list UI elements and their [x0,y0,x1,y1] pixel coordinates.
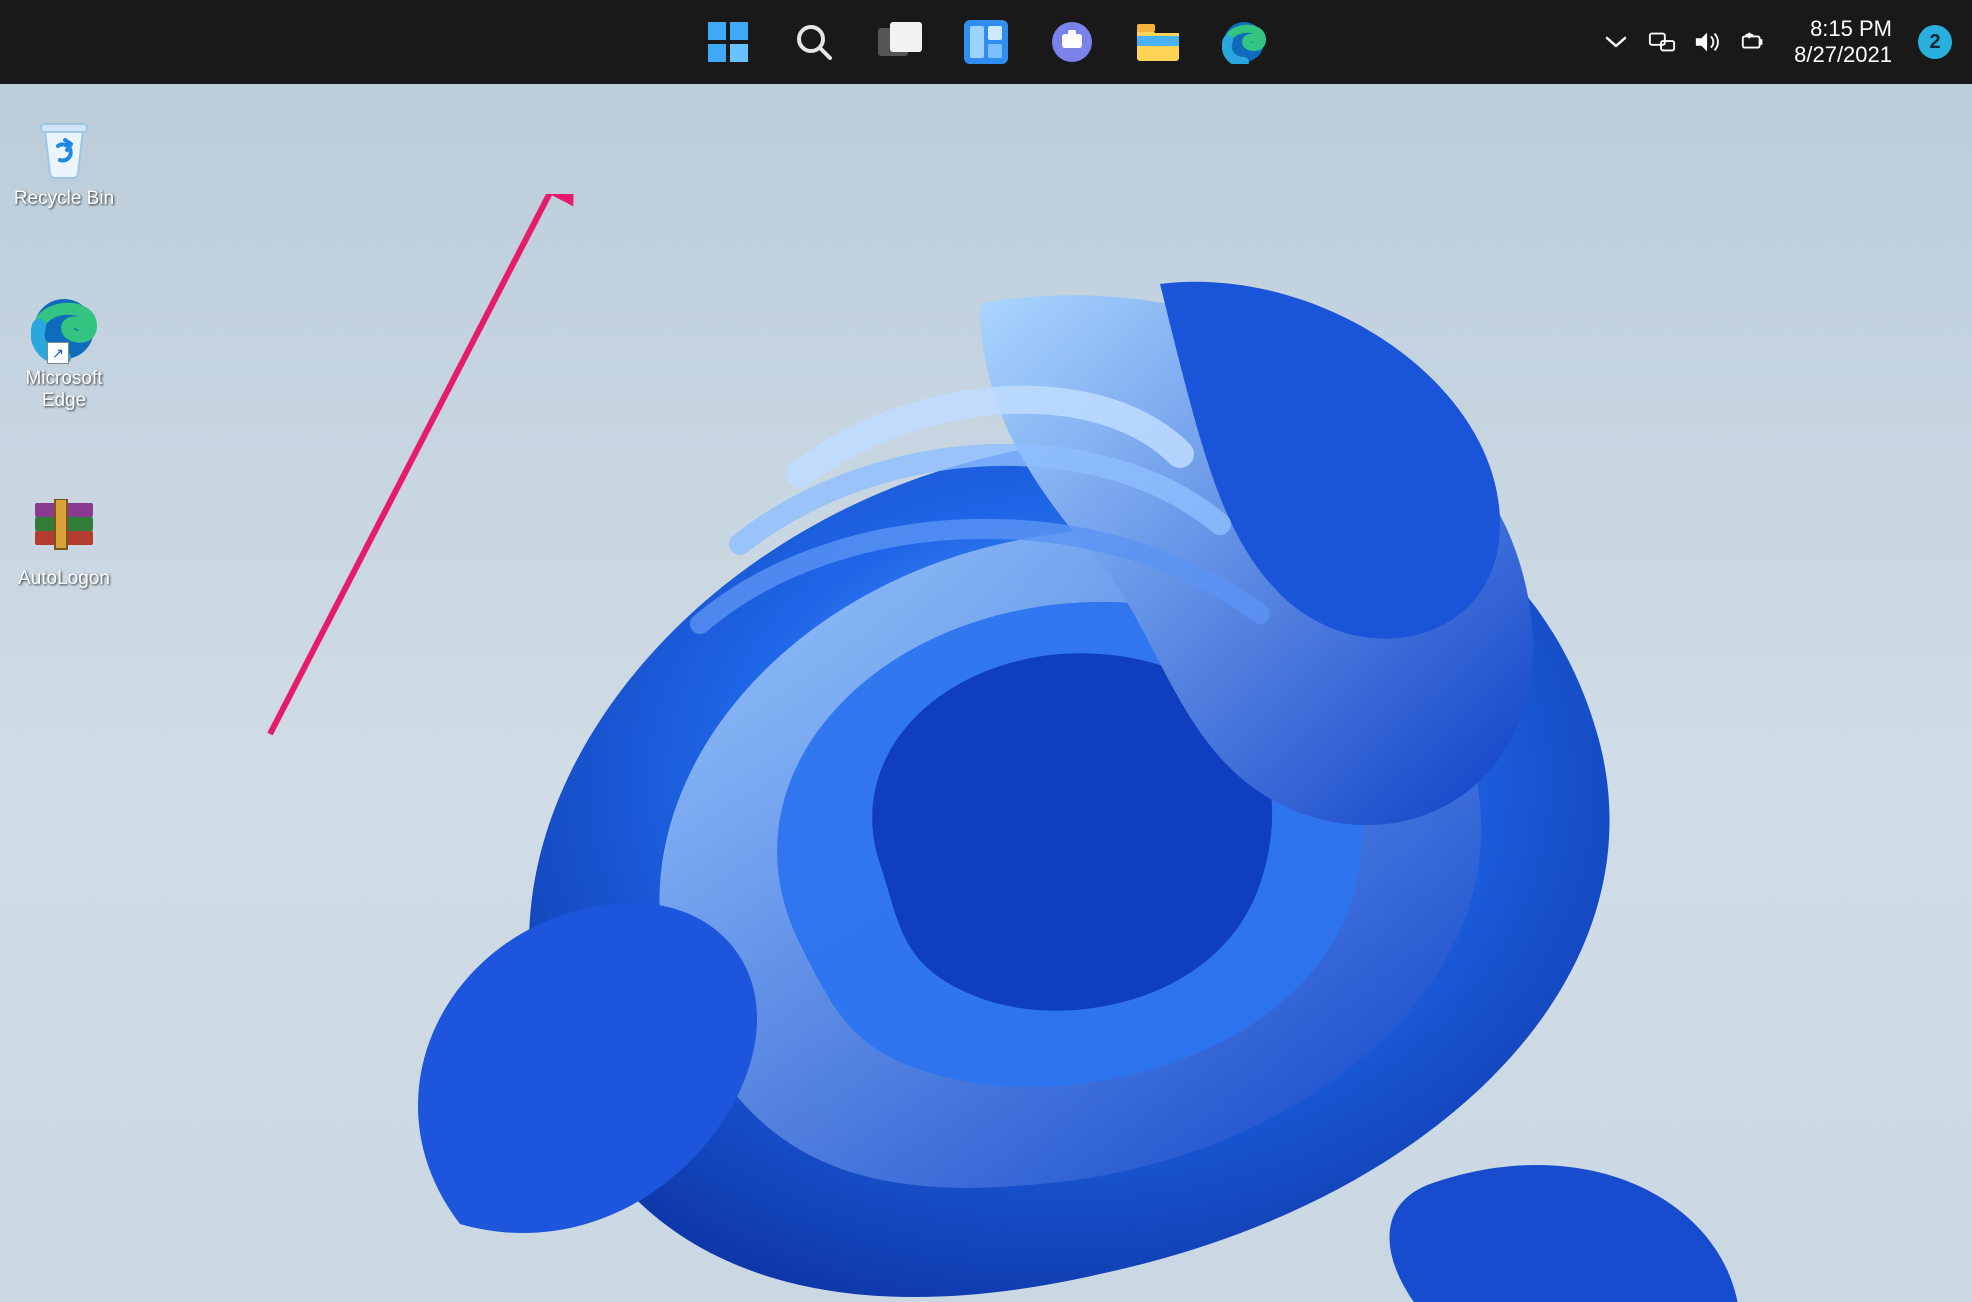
chat-icon [1050,20,1094,64]
start-icon [706,20,750,64]
clock-time: 8:15 PM [1794,16,1892,42]
clock-button[interactable]: 8:15 PM 8/27/2021 [1794,16,1892,69]
start-button[interactable] [705,19,751,65]
chevron-down-icon [1603,29,1629,55]
desktop-icon-label: AutoLogon [18,568,110,590]
widgets-icon [964,20,1008,64]
file-explorer-icon [1135,22,1181,62]
recycle-bin-icon[interactable]: Recycle Bin [4,114,124,210]
desktop-icon-label: Microsoft Edge [4,368,124,412]
taskbar: 8:15 PM 8/27/2021 2 [0,0,1972,84]
winrar-books-glyph [31,499,97,559]
notification-center-button[interactable]: 2 [1918,25,1952,59]
search-icon [794,22,834,62]
desktop[interactable]: Recycle Bin ↗ Microsoft Edge AutoLogon [0,84,1972,1302]
clock-date: 8/27/2021 [1794,42,1892,68]
network-tray-button[interactable] [1648,28,1676,56]
search-button[interactable] [791,19,837,65]
recycle-bin-glyph [31,116,97,182]
file-explorer-button[interactable] [1135,19,1181,65]
widgets-button[interactable] [963,19,1009,65]
shortcut-overlay-icon: ↗ [47,342,69,364]
volume-icon [1694,29,1722,55]
wallpaper-bloom [280,224,1880,1302]
tray-overflow-button[interactable] [1602,28,1630,56]
taskbar-center [705,19,1267,65]
edge-icon [1222,20,1266,64]
volume-tray-button[interactable] [1694,28,1722,56]
power-tray-button[interactable] [1740,28,1768,56]
taskview-icon [878,22,922,62]
microsoft-edge-icon[interactable]: ↗ Microsoft Edge [4,294,124,412]
edge-button[interactable] [1221,19,1267,65]
network-icon [1648,29,1676,55]
chat-button[interactable] [1049,19,1095,65]
taskview-button[interactable] [877,19,923,65]
desktop-icon-label: Recycle Bin [14,188,114,210]
power-icon [1740,29,1768,55]
autologon-icon[interactable]: AutoLogon [4,494,124,590]
system-tray: 8:15 PM 8/27/2021 2 [1602,0,1952,84]
